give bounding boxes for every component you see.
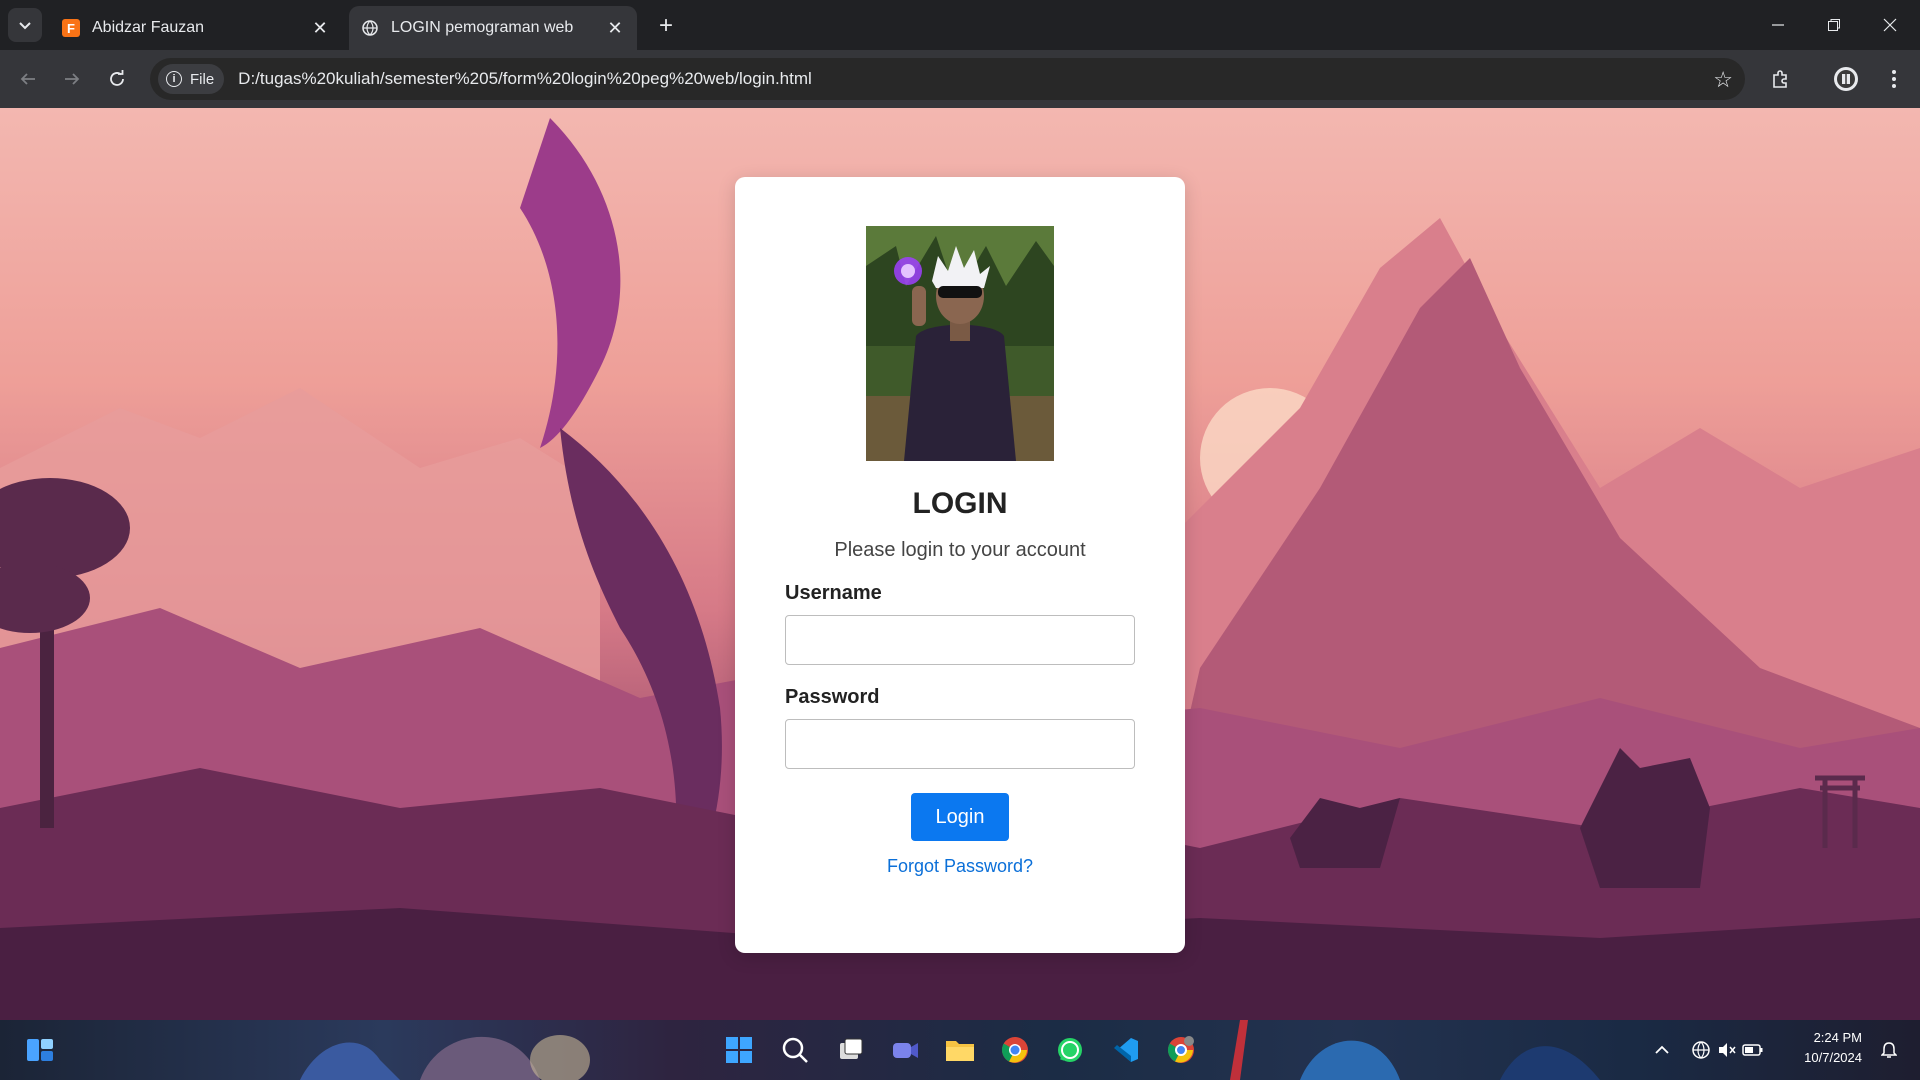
- taskbar-date[interactable]: 10/7/2024: [1790, 1050, 1862, 1065]
- site-info-label: File: [190, 70, 215, 88]
- password-label: Password: [785, 686, 880, 708]
- widgets-icon[interactable]: [22, 1032, 58, 1068]
- back-icon[interactable]: [12, 63, 44, 95]
- profile-avatar-icon[interactable]: [1830, 63, 1862, 95]
- forgot-password-link[interactable]: Forgot Password?: [735, 856, 1185, 877]
- meet-icon[interactable]: [887, 1032, 923, 1068]
- battery-icon[interactable]: [1740, 1032, 1766, 1068]
- close-tab-icon[interactable]: ✕: [605, 18, 625, 38]
- restore-icon[interactable]: [1814, 8, 1854, 42]
- page-viewport: LOGIN Please login to your account Usern…: [0, 108, 1920, 1020]
- new-tab-icon[interactable]: +: [652, 12, 680, 40]
- login-card: LOGIN Please login to your account Usern…: [735, 177, 1185, 953]
- task-view-icon[interactable]: [833, 1032, 869, 1068]
- show-hidden-icons-chevron-icon[interactable]: [1648, 1032, 1676, 1068]
- search-icon[interactable]: [777, 1032, 813, 1068]
- address-bar[interactable]: i File D:/tugas%20kuliah/semester%205/fo…: [150, 58, 1745, 100]
- taskbar-time[interactable]: 2:24 PM: [1790, 1030, 1862, 1045]
- password-input[interactable]: [785, 719, 1135, 769]
- tab-title: Abidzar Fauzan: [92, 19, 205, 36]
- extensions-icon[interactable]: [1765, 63, 1797, 95]
- whatsapp-icon[interactable]: [1052, 1032, 1088, 1068]
- file-explorer-icon[interactable]: [942, 1032, 978, 1068]
- tab-search-button[interactable]: [8, 8, 42, 42]
- site-info-chip[interactable]: i File: [158, 64, 225, 94]
- windows-taskbar: 2:24 PM 10/7/2024: [0, 1020, 1920, 1080]
- windows-start-icon[interactable]: [721, 1032, 757, 1068]
- vscode-icon[interactable]: [1107, 1032, 1143, 1068]
- tab-favicon-icon: F: [62, 19, 80, 37]
- username-label: Username: [785, 582, 882, 604]
- profile-photo: [866, 226, 1054, 461]
- reload-icon[interactable]: [101, 63, 133, 95]
- volume-muted-icon[interactable]: [1714, 1032, 1740, 1068]
- browser-tab-strip: F Abidzar Fauzan ✕ LOGIN pemograman web …: [0, 0, 1920, 50]
- close-tab-icon[interactable]: ✕: [310, 18, 330, 38]
- close-window-icon[interactable]: [1870, 8, 1910, 42]
- bookmark-star-icon[interactable]: ☆: [1713, 67, 1733, 93]
- chrome-profile-icon[interactable]: [1163, 1032, 1199, 1068]
- chrome-icon[interactable]: [997, 1032, 1033, 1068]
- globe-icon: [361, 19, 379, 37]
- username-input[interactable]: [785, 615, 1135, 665]
- tab-login-page[interactable]: LOGIN pemograman web ✕: [349, 6, 637, 50]
- login-button[interactable]: Login: [911, 793, 1009, 841]
- minimize-icon[interactable]: [1758, 8, 1798, 42]
- network-icon[interactable]: [1688, 1032, 1714, 1068]
- forward-icon[interactable]: [56, 63, 88, 95]
- notification-bell-icon[interactable]: [1876, 1032, 1902, 1068]
- url-text[interactable]: D:/tugas%20kuliah/semester%205/form%20lo…: [238, 69, 812, 89]
- browser-menu-icon[interactable]: [1878, 63, 1910, 95]
- login-title: LOGIN: [912, 487, 1008, 520]
- browser-toolbar: i File D:/tugas%20kuliah/semester%205/fo…: [0, 50, 1920, 108]
- login-subtitle: Please login to your account: [834, 539, 1086, 561]
- chevron-down-icon: [19, 22, 31, 30]
- info-icon: i: [166, 71, 182, 87]
- tab-title: LOGIN pemograman web: [391, 19, 574, 36]
- tab-abidzar-fauzan[interactable]: F Abidzar Fauzan ✕: [50, 6, 342, 50]
